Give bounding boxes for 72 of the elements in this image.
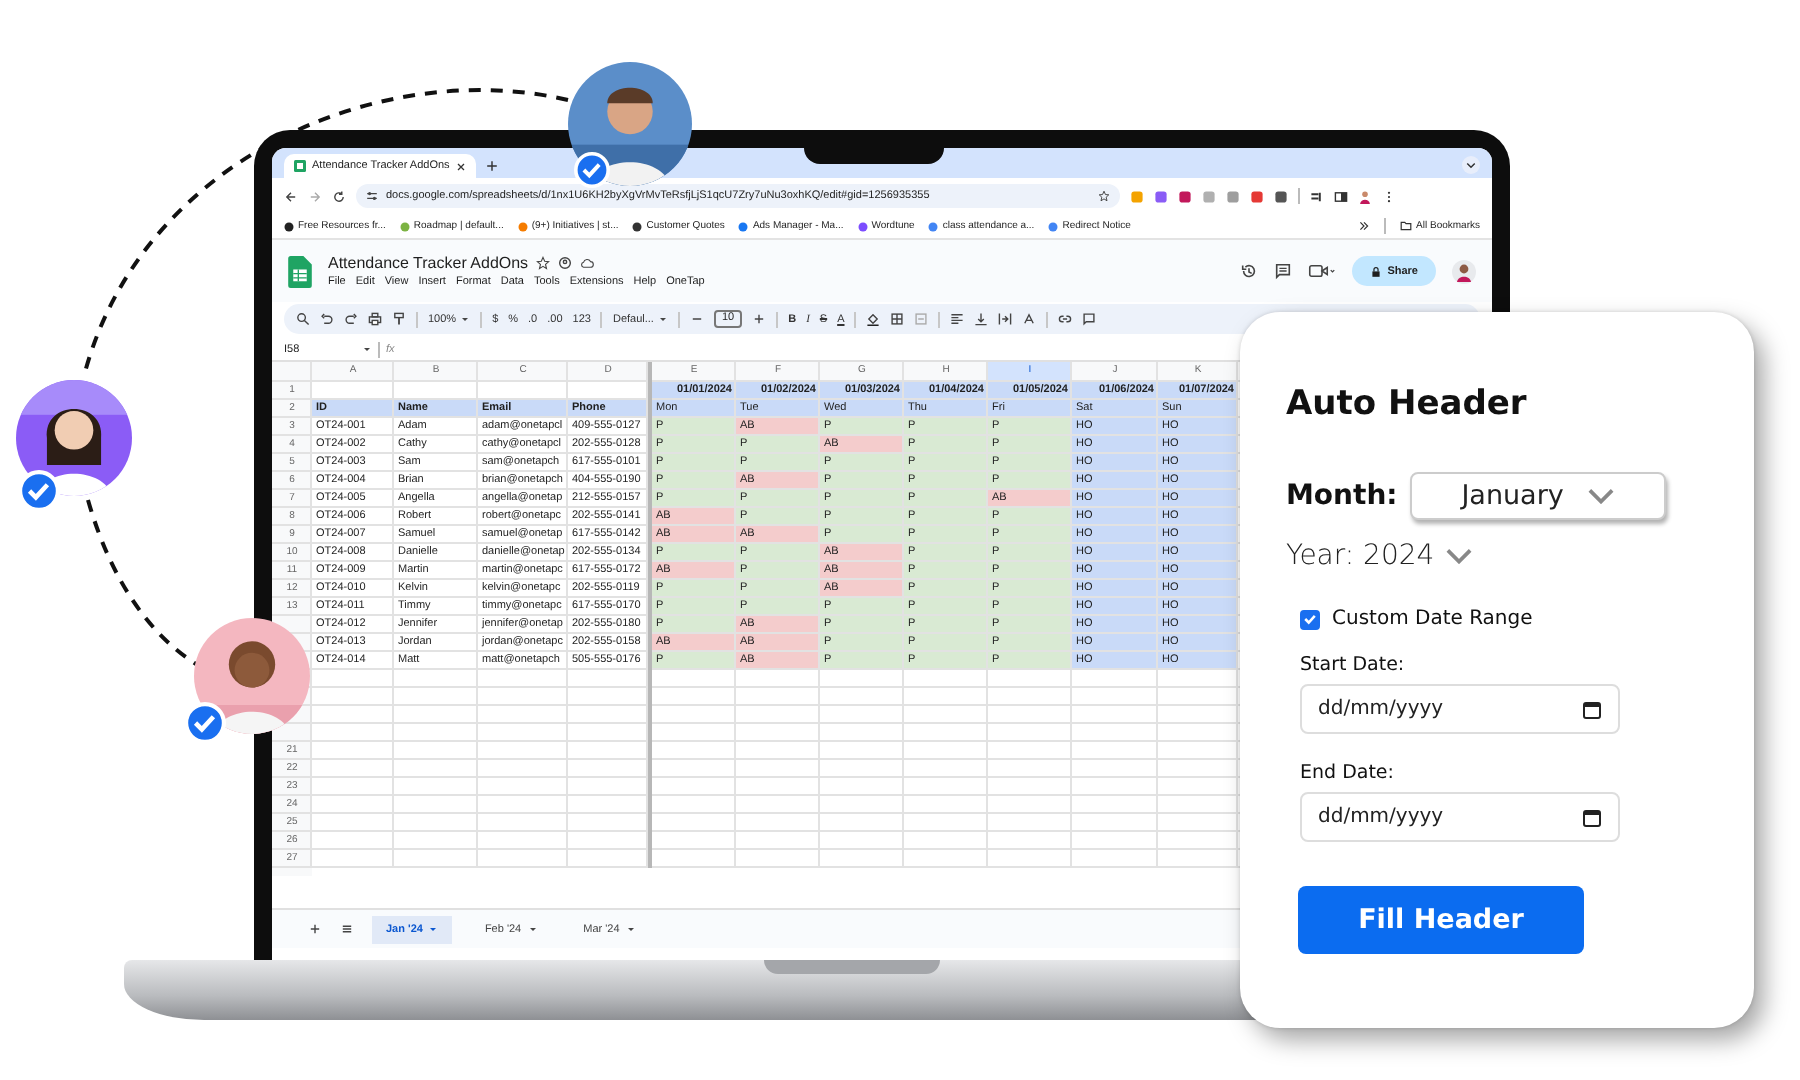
star-icon[interactable] <box>1098 190 1110 202</box>
caret-icon <box>625 924 636 934</box>
add-sheet-icon[interactable] <box>308 922 322 936</box>
document-title[interactable]: Attendance Tracker AddOns <box>328 254 529 272</box>
side-panel-icon[interactable] <box>1334 189 1348 203</box>
reading-list-icon[interactable] <box>1310 189 1324 203</box>
end-date-label: End Date: <box>1300 762 1396 784</box>
link-icon[interactable] <box>1058 312 1073 326</box>
reload-icon[interactable] <box>332 189 346 203</box>
favicon-icon <box>857 221 868 231</box>
favicon-icon <box>517 221 528 231</box>
history-icon[interactable] <box>1239 262 1258 280</box>
fill-color-icon[interactable] <box>866 312 881 326</box>
chevron-down-icon <box>1446 548 1473 564</box>
align-left-icon[interactable] <box>950 312 965 326</box>
fill-header-button[interactable]: Fill Header <box>1298 886 1584 954</box>
sheets-logo-icon <box>294 160 306 172</box>
year-select[interactable]: Year: 2024 <box>1286 540 1473 572</box>
chevron-down-icon[interactable] <box>1462 156 1480 174</box>
calendar-icon[interactable] <box>1582 807 1602 827</box>
start-date-label: Start Date: <box>1300 654 1407 676</box>
text-wrap-icon[interactable] <box>998 312 1013 326</box>
checkmark-icon <box>1302 610 1318 628</box>
close-icon[interactable] <box>455 161 466 171</box>
sheets-logo-icon[interactable] <box>288 255 312 287</box>
comment-icon[interactable] <box>1082 312 1097 326</box>
caret-icon[interactable] <box>362 344 372 354</box>
double-chevron-icon[interactable] <box>1358 220 1371 232</box>
print-icon[interactable] <box>368 312 382 326</box>
calendar-icon[interactable] <box>1582 699 1602 719</box>
sheet-list-icon[interactable] <box>340 922 354 936</box>
caret-icon <box>428 924 439 934</box>
lock-icon <box>1369 265 1382 277</box>
favicon-icon <box>1048 221 1059 231</box>
custom-range-checkbox[interactable] <box>1300 609 1320 629</box>
favicon-icon <box>738 221 749 231</box>
text-rotation-icon[interactable] <box>1022 312 1037 326</box>
favicon-icon <box>928 221 939 231</box>
end-date-field[interactable]: dd/mm/yyyy <box>1300 792 1620 842</box>
favicon-icon <box>399 221 410 231</box>
comment-icon[interactable] <box>1273 262 1292 280</box>
redo-icon[interactable] <box>344 312 358 326</box>
video-call-icon[interactable] <box>1307 262 1336 280</box>
undo-icon[interactable] <box>320 312 334 326</box>
check-badge-icon <box>18 470 60 512</box>
start-date-field[interactable]: dd/mm/yyyy <box>1300 684 1620 734</box>
caret-icon <box>527 924 538 934</box>
profile-avatar-icon[interactable] <box>1358 189 1372 203</box>
chevron-down-icon <box>1587 488 1614 504</box>
minus-icon[interactable] <box>689 312 704 326</box>
favicon-icon <box>284 221 294 231</box>
favicon-icon <box>632 221 643 231</box>
user-avatar-icon[interactable] <box>1452 259 1476 283</box>
borders-icon[interactable] <box>890 312 905 326</box>
check-badge-icon <box>184 702 226 744</box>
month-select[interactable]: January <box>1409 472 1666 520</box>
month-label: Month: <box>1286 480 1398 512</box>
search-icon[interactable] <box>296 312 310 326</box>
more-vertical-icon[interactable] <box>1382 189 1396 203</box>
star-icon[interactable] <box>536 256 551 270</box>
card-title: Auto Header <box>1286 384 1529 424</box>
paint-format-icon[interactable] <box>392 312 406 326</box>
plus-icon[interactable] <box>752 312 767 326</box>
checkbox-label: Custom Date Range <box>1332 608 1533 630</box>
vertical-align-icon[interactable] <box>974 312 989 326</box>
cloud-icon[interactable] <box>580 256 595 270</box>
tune-icon[interactable] <box>366 190 378 202</box>
back-arrow-icon[interactable] <box>284 189 298 203</box>
merge-cells-icon[interactable] <box>914 312 929 326</box>
plus-icon[interactable] <box>485 160 498 172</box>
caret-icon <box>460 314 471 324</box>
caret-icon <box>657 314 668 324</box>
